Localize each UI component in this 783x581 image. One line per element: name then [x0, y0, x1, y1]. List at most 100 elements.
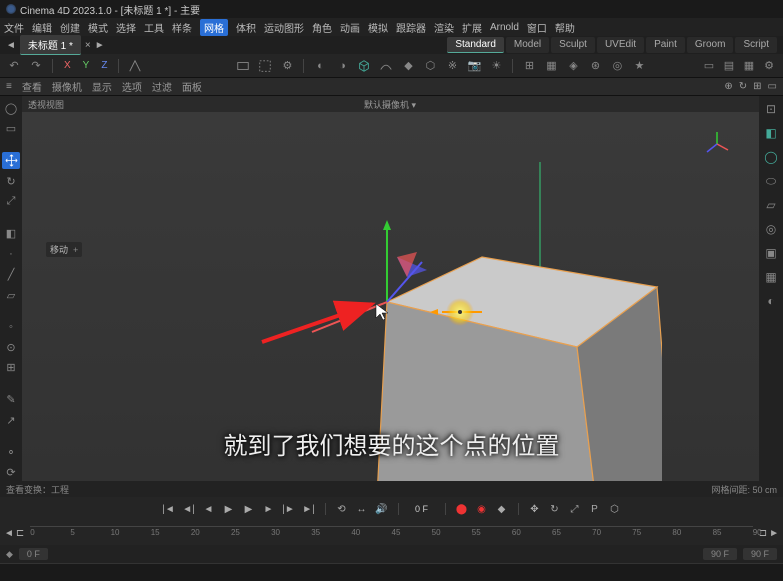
point-mode[interactable]: ·	[2, 246, 20, 263]
menu-6[interactable]: 样条	[172, 20, 192, 35]
key-param-icon[interactable]: P	[587, 501, 603, 517]
menu-15[interactable]: 扩展	[462, 20, 482, 35]
layout-tab-groom[interactable]: Groom	[687, 37, 734, 53]
vp-icon-1[interactable]: ⊕	[724, 81, 732, 92]
render-region-icon[interactable]	[257, 58, 273, 74]
layout-tab-sculpt[interactable]: Sculpt	[551, 37, 595, 53]
move-tool[interactable]	[2, 152, 20, 169]
shading-2-icon[interactable]: ◑	[334, 58, 350, 74]
pick-tool[interactable]: ↗	[2, 412, 20, 429]
timeline-right-icon[interactable]: ►	[769, 528, 779, 539]
edge-mode[interactable]: ╱	[2, 266, 20, 283]
misc-tool-2[interactable]: ⟳	[2, 464, 20, 481]
go-start-icon[interactable]: |◄	[161, 501, 177, 517]
menu-9[interactable]: 运动图形	[264, 20, 304, 35]
layout-3-icon[interactable]: ▦	[741, 58, 757, 74]
rotate-tool[interactable]: ↻	[2, 173, 20, 190]
menu-2[interactable]: 创建	[60, 20, 80, 35]
tab-close-icon[interactable]: ×	[85, 40, 91, 51]
timeline-shrink-icon[interactable]: ⊏	[16, 528, 24, 539]
null-icon[interactable]: ⊡	[762, 100, 780, 118]
field-icon[interactable]: ※	[444, 58, 460, 74]
workplane-tool[interactable]: ⊞	[2, 360, 20, 377]
key-rot-icon[interactable]: ↻	[547, 501, 563, 517]
next-doc-icon[interactable]: ►	[95, 40, 105, 51]
generator-icon[interactable]: ◆	[400, 58, 416, 74]
layout-tab-standard[interactable]: Standard	[447, 37, 504, 53]
menu-8[interactable]: 体积	[236, 20, 256, 35]
layout-tab-model[interactable]: Model	[506, 37, 549, 53]
menu-16[interactable]: Arnold	[490, 22, 519, 33]
key-scale-icon[interactable]: ⤢	[567, 501, 583, 517]
layout-2-icon[interactable]: ▤	[721, 58, 737, 74]
settings-icon[interactable]: ⚙	[761, 58, 777, 74]
menu-11[interactable]: 动画	[340, 20, 360, 35]
layout-tab-paint[interactable]: Paint	[646, 37, 685, 53]
layout-tab-uvedit[interactable]: UVEdit	[597, 37, 644, 53]
next-frame-icon[interactable]: ►	[261, 501, 277, 517]
camera-icon[interactable]: 📷	[466, 58, 482, 74]
axis-z[interactable]: Z	[98, 60, 110, 71]
viewport-3d[interactable]: 移动 +	[22, 112, 759, 481]
axis-widget[interactable]	[703, 130, 731, 158]
vp-menu-options[interactable]: 选项	[122, 79, 142, 94]
prev-frame-icon[interactable]: ◄	[201, 501, 217, 517]
redo-icon[interactable]: ↷	[28, 58, 44, 74]
hamburger-icon[interactable]: ≡	[6, 81, 12, 92]
loop-icon[interactable]: ⟲	[334, 501, 350, 517]
layout-1-icon[interactable]: ▭	[701, 58, 717, 74]
vp-menu-display[interactable]: 显示	[92, 79, 112, 94]
texture-icon[interactable]: ▦	[762, 268, 780, 286]
axis-x[interactable]: X	[61, 60, 74, 71]
sphere-icon[interactable]: ◯	[762, 148, 780, 166]
next-key-icon[interactable]: |►	[281, 501, 297, 517]
layout-tab-script[interactable]: Script	[735, 37, 777, 53]
snap-tool[interactable]: ⊙	[2, 339, 20, 356]
go-end-icon[interactable]: ►|	[301, 501, 317, 517]
key-icon[interactable]: ◆	[494, 501, 510, 517]
menu-1[interactable]: 编辑	[32, 20, 52, 35]
axis-tool[interactable]: ◦	[2, 319, 20, 336]
play-back-icon[interactable]: ▶	[221, 501, 237, 517]
live-select-tool[interactable]: ◯	[2, 100, 20, 117]
vp-icon-4[interactable]: ▭	[768, 81, 777, 92]
scale-tool[interactable]: ⤢	[2, 193, 20, 210]
vp-icon-3[interactable]: ⊞	[753, 81, 761, 92]
menu-10[interactable]: 角色	[312, 20, 332, 35]
autokey-icon[interactable]: ◉	[474, 501, 490, 517]
select-icon[interactable]: ▣	[762, 244, 780, 262]
cloth-icon[interactable]: ◈	[565, 58, 581, 74]
menu-4[interactable]: 选择	[116, 20, 136, 35]
document-tab[interactable]: 未标题 1 *	[20, 35, 81, 55]
sound-icon[interactable]: 🔊	[374, 501, 390, 517]
current-frame[interactable]: 0 F	[407, 504, 437, 514]
range-icon[interactable]: ↔	[354, 501, 370, 517]
menu-7[interactable]: 网格	[200, 19, 228, 36]
asset-icon[interactable]: ★	[631, 58, 647, 74]
render-icon[interactable]	[235, 58, 251, 74]
cube-icon[interactable]: ◧	[762, 124, 780, 142]
undo-icon[interactable]: ↶	[6, 58, 22, 74]
end-frame-field-2[interactable]: 90 F	[743, 548, 777, 560]
menu-5[interactable]: 工具	[144, 20, 164, 35]
axis-y[interactable]: Y	[80, 60, 93, 71]
vp-menu-filter[interactable]: 过滤	[152, 79, 172, 94]
prev-doc-icon[interactable]: ◄	[6, 40, 16, 51]
vp-menu-view[interactable]: 查看	[22, 79, 42, 94]
start-frame-field[interactable]: 0 F	[19, 548, 48, 560]
key-pos-icon[interactable]: ✥	[527, 501, 543, 517]
model-mode[interactable]: ◧	[2, 225, 20, 242]
menu-13[interactable]: 跟踪器	[396, 20, 426, 35]
dynamics-icon[interactable]: ⊛	[587, 58, 603, 74]
brush-tool[interactable]: ✎	[2, 392, 20, 409]
vp-menu-panel[interactable]: 面板	[182, 79, 202, 94]
timeline-ruler[interactable]: 051015202530354045505560657075808590	[30, 526, 752, 540]
cube-primitive-icon[interactable]	[356, 58, 372, 74]
menu-18[interactable]: 帮助	[555, 20, 575, 35]
light-icon[interactable]: ☀	[488, 58, 504, 74]
deformer-icon[interactable]: ⬡	[422, 58, 438, 74]
cylinder-icon[interactable]: ⬭	[762, 172, 780, 190]
record-icon[interactable]: ⬤	[454, 501, 470, 517]
coord-icon[interactable]	[127, 58, 143, 74]
torus-icon[interactable]: ◎	[762, 220, 780, 238]
